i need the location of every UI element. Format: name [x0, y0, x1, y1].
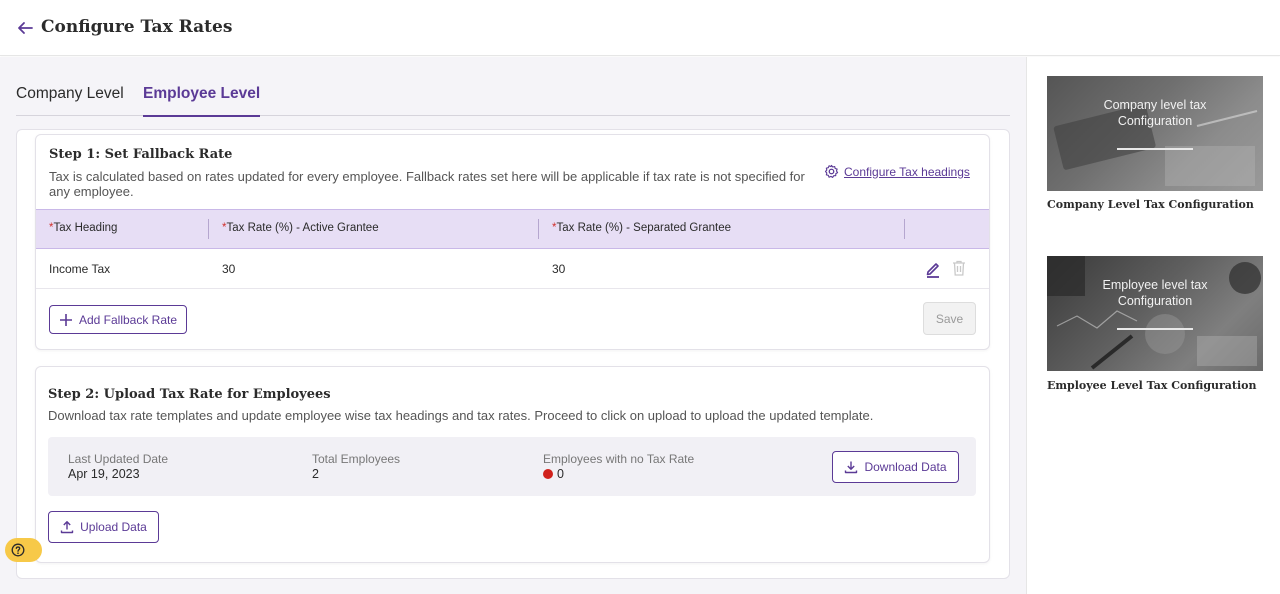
step2-title: Step 2: Upload Tax Rate for Employees: [48, 387, 331, 402]
column-divider: [208, 219, 209, 239]
tab-company-level[interactable]: Company Level: [16, 85, 124, 116]
thumb-divider: [1117, 148, 1193, 150]
download-data-label: Download Data: [864, 460, 947, 474]
employee-level-panel: Step 1: Set Fallback Rate Tax is calcula…: [16, 129, 1010, 579]
main-content: Company Level Employee Level Step 1: Set…: [0, 57, 1026, 594]
cell-separated-rate: 30: [552, 262, 566, 276]
upload-tax-rate-card: Step 2: Upload Tax Rate for Employees Do…: [35, 366, 990, 563]
table-header: *Tax Heading *Tax Rate (%) - Active Gran…: [36, 209, 989, 249]
upload-data-label: Upload Data: [80, 520, 147, 534]
step1-title: Step 1: Set Fallback Rate: [49, 147, 233, 162]
configure-tax-headings-link[interactable]: Configure Tax headings: [824, 164, 970, 179]
download-icon: [845, 461, 858, 474]
column-divider: [904, 219, 905, 239]
status-dot: [543, 469, 553, 479]
tab-bar: Company Level Employee Level: [16, 85, 1010, 117]
trash-icon[interactable]: [951, 259, 967, 277]
help-icon: [11, 543, 25, 557]
column-header-tax-heading: *Tax Heading: [49, 222, 118, 234]
save-button[interactable]: Save: [923, 302, 976, 335]
plus-icon: [59, 313, 72, 326]
no-tax-rate-status: 0: [543, 467, 564, 481]
cell-tax-heading: Income Tax: [49, 262, 111, 276]
charts-illustration: [1047, 256, 1261, 370]
step2-description: Download tax rate templates and update e…: [48, 408, 874, 423]
column-divider: [538, 219, 539, 239]
download-data-button[interactable]: Download Data: [832, 451, 959, 483]
employee-tax-video-thumbnail[interactable]: Employee level tax Configuration: [1047, 256, 1263, 371]
column-header-separated-rate: *Tax Rate (%) - Separated Grantee: [552, 222, 731, 234]
employee-thumb-title: Employee level tax Configuration: [1102, 278, 1208, 308]
last-updated-value: Apr 19, 2023: [68, 467, 140, 481]
help-button[interactable]: [5, 538, 42, 562]
step1-description: Tax is calculated based on rates updated…: [49, 169, 805, 199]
top-bar: Configure Tax Rates: [0, 0, 1280, 56]
configure-tax-headings-label: Configure Tax headings: [844, 164, 970, 179]
tab-employee-level[interactable]: Employee Level: [143, 85, 261, 117]
thumb-divider: [1117, 328, 1193, 330]
upload-data-button[interactable]: Upload Data: [48, 511, 159, 543]
column-header-active-rate: *Tax Rate (%) - Active Grantee: [222, 222, 379, 234]
arrow-left-icon[interactable]: [15, 18, 35, 38]
company-tax-video-thumbnail[interactable]: Company level tax Configuration: [1047, 76, 1263, 191]
add-fallback-rate-button[interactable]: Add Fallback Rate: [49, 305, 187, 334]
total-employees-label: Total Employees: [312, 452, 401, 466]
add-fallback-rate-label: Add Fallback Rate: [78, 312, 178, 327]
last-updated-label: Last Updated Date: [68, 452, 169, 466]
upload-summary-panel: Last Updated Date Apr 19, 2023 Total Emp…: [48, 437, 976, 496]
no-tax-rate-label: Employees with no Tax Rate: [543, 452, 695, 466]
upload-icon: [60, 521, 74, 534]
company-thumb-title: Company level tax Configuration: [1103, 98, 1207, 128]
sidebar: Company level tax Configuration Company L…: [1026, 57, 1280, 594]
gear-icon: [824, 164, 839, 178]
total-employees-value: 2: [312, 467, 319, 481]
edit-icon[interactable]: [924, 259, 942, 279]
table-row: Income Tax 30 30: [36, 249, 989, 289]
cell-active-rate: 30: [222, 262, 236, 276]
calculator-illustration: [1053, 104, 1258, 186]
fallback-rate-card: Step 1: Set Fallback Rate Tax is calcula…: [35, 134, 990, 350]
employee-tax-caption[interactable]: Employee Level Tax Configuration: [1047, 379, 1257, 392]
company-tax-caption[interactable]: Company Level Tax Configuration: [1047, 198, 1254, 211]
page-title: Configure Tax Rates: [41, 17, 233, 37]
no-tax-rate-value: 0: [557, 467, 564, 481]
